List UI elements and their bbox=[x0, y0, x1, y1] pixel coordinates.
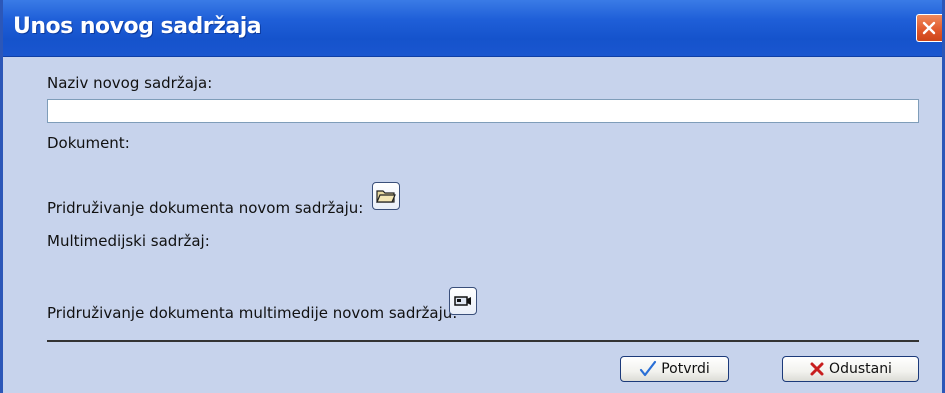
window-title: Unos novog sadržaja bbox=[13, 14, 262, 39]
attach-multimedia-button[interactable] bbox=[449, 287, 477, 315]
dialog-window: Unos novog sadržaja Naziv novog sadržaja… bbox=[0, 0, 945, 393]
divider bbox=[47, 340, 919, 342]
attach-document-label: Pridruživanje dokumenta novom sadržaju: bbox=[47, 199, 364, 217]
name-label: Naziv novog sadržaja: bbox=[47, 74, 213, 92]
name-input[interactable] bbox=[47, 99, 919, 123]
document-label: Dokument: bbox=[47, 134, 130, 152]
multimedia-label: Multimedijski sadržaj: bbox=[47, 232, 210, 250]
attach-document-button[interactable] bbox=[372, 182, 400, 210]
close-button[interactable] bbox=[916, 14, 942, 42]
x-icon bbox=[809, 361, 825, 377]
title-bar[interactable]: Unos novog sadržaja bbox=[3, 0, 942, 57]
cancel-button-label: Odustani bbox=[829, 361, 892, 377]
confirm-button[interactable]: Potvrdi bbox=[620, 356, 729, 382]
confirm-button-label: Potvrdi bbox=[661, 361, 710, 377]
cancel-button[interactable]: Odustani bbox=[782, 356, 919, 382]
attach-multimedia-label: Pridruživanje dokumenta multimedije novo… bbox=[47, 304, 458, 322]
check-icon bbox=[639, 360, 657, 378]
